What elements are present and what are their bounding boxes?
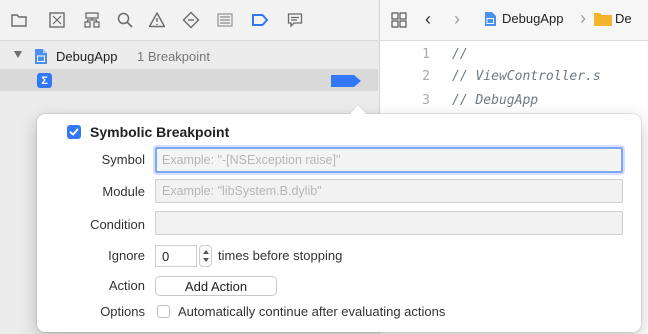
module-label: Module [102,184,145,199]
ignore-label: Ignore [108,248,145,263]
jump-bar-folder[interactable]: De [615,11,632,26]
line-number: 1 [422,47,430,62]
ignore-count-input[interactable] [155,245,197,267]
report-icon[interactable] [285,10,305,30]
folder-icon [594,13,612,26]
code-line[interactable]: 1 // [380,47,648,69]
path-separator-icon: › [580,8,586,28]
code-line[interactable]: 2 // ViewController.s [380,69,648,91]
back-chevron-icon[interactable]: ‹ [425,9,431,30]
project-row[interactable]: DebugApp 1 Breakpoint [0,45,378,67]
line-number: 3 [422,93,430,108]
debug-list-icon[interactable] [215,10,235,30]
checkmark-icon [69,128,79,136]
disclosure-triangle-icon[interactable] [14,51,22,58]
code-text: // DebugApp [452,93,539,108]
issue-warning-icon[interactable] [147,10,167,30]
breakpoint-marker-icon[interactable] [331,75,361,87]
source-control-icon[interactable] [47,10,67,30]
line-number: 2 [422,69,430,84]
breakpoint-icon[interactable] [250,10,270,30]
symbol-label: Symbol [101,152,145,167]
symbolic-breakpoint-icon: Σ [37,73,52,88]
hierarchy-icon[interactable] [82,10,102,30]
popover-title: Symbolic Breakpoint [90,124,230,140]
ignore-suffix-text: times before stopping [218,248,343,263]
condition-label: Condition [90,217,145,232]
code-text: // [452,47,468,62]
find-icon[interactable] [115,10,135,30]
auto-continue-checkbox[interactable] [157,305,170,318]
related-items-grid-icon[interactable] [390,11,408,29]
jump-bar: ‹ › DebugApp › De [380,0,648,41]
auto-continue-label[interactable]: Automatically continue after evaluating … [178,304,445,319]
navigator-toolbar [0,0,378,41]
test-diamond-icon[interactable] [181,10,201,30]
folder-icon[interactable] [9,10,29,30]
popover-caret [349,105,367,115]
project-file-icon [35,49,47,64]
ignore-count-stepper[interactable] [199,245,212,267]
condition-input[interactable] [155,211,623,235]
options-label: Options [100,304,145,319]
forward-chevron-icon[interactable]: › [454,9,460,30]
breakpoint-editor-popover: Symbolic Breakpoint Symbol Module Condit… [37,105,641,332]
project-name: DebugApp [56,49,118,64]
breakpoint-row[interactable]: Σ [0,69,378,91]
add-action-button[interactable]: Add Action [155,276,277,296]
symbol-input[interactable] [155,147,623,173]
breakpoint-count: 1 Breakpoint [137,49,210,64]
code-text: // ViewController.s [452,69,601,84]
stepper-down-icon[interactable] [203,258,209,262]
jump-bar-project[interactable]: DebugApp [502,11,563,26]
breakpoint-enabled-checkbox[interactable] [67,125,81,139]
action-label: Action [108,278,145,293]
stepper-up-icon[interactable] [203,250,209,254]
code-line[interactable]: 3 // DebugApp [380,93,648,115]
module-input[interactable] [155,179,623,203]
project-file-icon [485,12,496,26]
